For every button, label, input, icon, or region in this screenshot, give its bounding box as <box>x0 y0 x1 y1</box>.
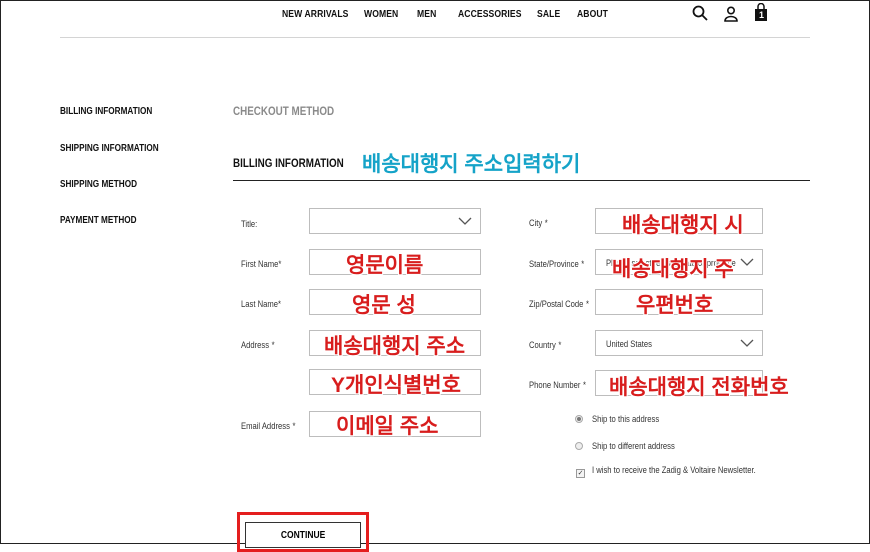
newsletter-checkbox[interactable]: ✓ <box>576 469 585 478</box>
continue-button[interactable]: CONTINUE <box>245 522 361 548</box>
chevron-down-icon <box>740 258 754 266</box>
first-name-label: First Name* <box>241 259 282 269</box>
state-label: State/Province * <box>529 259 585 269</box>
address2-annotation: Y개인식별번호 <box>331 374 461 397</box>
chevron-down-icon <box>458 217 472 225</box>
last-name-annotation: 영문 성 <box>352 294 416 317</box>
step-shipping-info[interactable]: SHIPPING INFORMATION <box>60 143 159 154</box>
last-name-label: Last Name* <box>241 299 281 309</box>
title-select[interactable] <box>309 208 481 234</box>
state-annotation: 배송대행지 주 <box>612 258 734 281</box>
cart-count: 1 <box>759 10 765 20</box>
nav-sale[interactable]: SALE <box>537 9 560 20</box>
address-annotation: 배송대행지 주소 <box>324 335 466 358</box>
checkout-method-heading[interactable]: CHECKOUT METHOD <box>233 104 334 118</box>
billing-heading: BILLING INFORMATION <box>233 156 344 170</box>
city-label: City * <box>529 218 548 228</box>
user-icon[interactable] <box>724 6 738 27</box>
nav-women[interactable]: WOMEN <box>364 9 398 20</box>
nav-divider <box>60 37 810 38</box>
zip-label: Zip/Postal Code * <box>529 299 589 309</box>
ship-to-different-label[interactable]: Ship to different address <box>592 441 675 451</box>
phone-label: Phone Number * <box>529 380 587 390</box>
nav-accessories[interactable]: ACCESSORIES <box>458 9 522 20</box>
nav-about[interactable]: ABOUT <box>577 9 608 20</box>
step-billing[interactable]: BILLING INFORMATION <box>60 106 152 117</box>
email-label: Email Address * <box>241 421 296 431</box>
country-value: United States <box>606 339 652 349</box>
ship-to-this-label[interactable]: Ship to this address <box>592 414 659 424</box>
country-label: Country * <box>529 340 562 350</box>
ship-to-different-radio[interactable] <box>575 442 583 450</box>
search-icon[interactable] <box>692 5 708 26</box>
country-select[interactable]: United States <box>595 330 763 356</box>
email-annotation: 이메일 주소 <box>336 415 439 438</box>
address-label: Address * <box>241 340 275 350</box>
nav-men[interactable]: MEN <box>417 9 436 20</box>
title-label: Title: <box>241 219 258 229</box>
newsletter-label[interactable]: I wish to receive the Zadig & Voltaire N… <box>592 465 756 475</box>
billing-divider <box>233 180 810 181</box>
city-annotation: 배송대행지 시 <box>622 214 744 237</box>
zip-annotation: 우편번호 <box>636 294 714 317</box>
chevron-down-icon <box>740 339 754 347</box>
first-name-annotation: 영문이름 <box>346 254 424 277</box>
top-nav: NEW ARRIVALS WOMEN MEN ACCESSORIES SALE … <box>0 9 870 23</box>
ship-to-this-radio[interactable] <box>575 415 583 423</box>
billing-annotation: 배송대행지 주소입력하기 <box>362 153 581 176</box>
phone-annotation: 배송대행지 전화번호 <box>609 376 789 399</box>
continue-highlight: CONTINUE <box>237 512 369 552</box>
step-payment[interactable]: PAYMENT METHOD <box>60 215 137 226</box>
nav-new-arrivals[interactable]: NEW ARRIVALS <box>282 9 348 20</box>
step-shipping-method[interactable]: SHIPPING METHOD <box>60 179 137 190</box>
